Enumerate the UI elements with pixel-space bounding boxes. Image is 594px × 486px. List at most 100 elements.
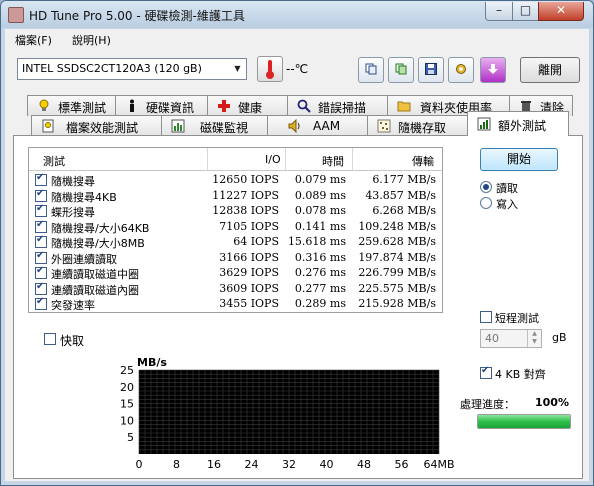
save-button[interactable] — [418, 57, 444, 83]
close-button[interactable]: ✕ — [538, 2, 584, 21]
options-button[interactable] — [448, 57, 474, 83]
test-checkbox[interactable] — [35, 281, 47, 295]
table-row: 連續讀取磁道中圈3629 IOPS0.276 ms226.799 MB/s — [29, 265, 442, 281]
download-button[interactable] — [480, 57, 506, 83]
tab-random-access[interactable]: 隨機存取 — [367, 115, 469, 136]
maximize-button[interactable]: □ — [512, 2, 539, 21]
test-io: 3629 IOPS — [219, 266, 279, 279]
test-io: 3455 IOPS — [219, 297, 279, 310]
tab-label: 錯誤掃描 — [318, 101, 367, 115]
transfer-rate-chart: 25 20 15 10 5 0 8 16 24 32 40 48 56 64MB MB/s — [91, 356, 471, 482]
table-row: 隨機搜尋/大小64KB7105 IOPS0.141 ms109.248 MB/s — [29, 219, 442, 235]
test-io: 12838 IOPS — [212, 204, 279, 217]
column-divider — [207, 148, 208, 170]
x-tick-label: 56 — [395, 458, 409, 471]
test-rate: 197.874 MB/s — [358, 250, 436, 264]
title-bar[interactable]: HD Tune Pro 5.00 - 硬碟檢測-維護工具 – □ ✕ — [1, 1, 593, 28]
cache-checkbox[interactable] — [44, 333, 56, 345]
progress-bar — [477, 414, 571, 429]
test-name: 突發速率 — [51, 299, 95, 312]
progress-value: 100% — [535, 396, 569, 409]
table-row: 突發速率 3455 IOPS 0.289 ms 215.928 MB/s — [29, 296, 442, 312]
tab-benchmark[interactable]: 標準測試 — [27, 95, 117, 116]
file-benchmark-icon — [42, 119, 54, 133]
window-title: HD Tune Pro 5.00 - 硬碟檢測-維護工具 — [29, 9, 245, 23]
test-checkbox[interactable] — [35, 172, 47, 186]
minimize-button[interactable]: – — [485, 2, 513, 21]
menu-help[interactable]: 說明(H) — [72, 32, 111, 48]
read-radio-option[interactable]: 讀取 — [480, 180, 560, 195]
cache-label: 快取 — [60, 334, 85, 348]
test-rate: 259.628 MB/s — [358, 235, 436, 248]
test-checkbox[interactable] — [35, 250, 47, 264]
temperature-readout: --℃ — [286, 62, 309, 76]
cache-option[interactable]: 快取 — [44, 331, 124, 348]
tab-info[interactable]: 硬碟資訊 — [115, 95, 209, 116]
test-checkbox[interactable] — [35, 265, 47, 279]
tab-error-scan[interactable]: 錯誤掃描 — [287, 95, 389, 116]
align-4kb-label: 4 KB 對齊 — [495, 368, 546, 381]
short-test-option[interactable]: 短程測試 — [480, 309, 580, 325]
test-time: 0.079 ms — [294, 173, 346, 186]
menu-file[interactable]: 檔案(F) — [15, 32, 52, 48]
tab-label: 磁碟監視 — [200, 121, 249, 135]
start-button[interactable]: 開始 — [480, 148, 558, 171]
gear-icon — [456, 64, 466, 74]
toolbar: INTEL SSDSC2CT120A3 (120 gB) ▼ --℃ 離開 — [5, 49, 589, 91]
table-row: 隨機搜尋12650 IOPS0.079 ms6.177 MB/s — [29, 172, 442, 188]
drive-dropdown[interactable]: INTEL SSDSC2CT120A3 (120 gB) ▼ — [17, 58, 247, 80]
short-test-checkbox[interactable] — [480, 311, 492, 323]
download-arrow-icon — [488, 64, 498, 74]
info-icon — [130, 99, 134, 112]
copy-screenshot-button[interactable] — [388, 57, 414, 83]
test-checkbox[interactable] — [35, 296, 47, 310]
test-time: 0.141 ms — [294, 219, 346, 233]
tab-health[interactable]: 健康 — [207, 95, 289, 116]
tab-disk-monitor[interactable]: 磁碟監視 — [161, 115, 269, 136]
tab-aam[interactable]: AAM — [267, 115, 369, 136]
test-rate: 6.268 MB/s — [372, 204, 436, 217]
test-rate: 225.575 MB/s — [358, 281, 436, 295]
x-tick-label: 0 — [136, 458, 143, 471]
write-radio-option[interactable]: 寫入 — [480, 196, 560, 211]
test-time: 0.276 ms — [294, 266, 346, 279]
align-4kb-checkbox[interactable] — [480, 365, 492, 379]
column-header-io: I/O — [265, 153, 281, 166]
y-tick-label: 15 — [120, 398, 134, 411]
x-tick-label: 64MB — [423, 458, 454, 471]
test-size-unit: gB — [552, 331, 567, 344]
tab-label: 健康 — [238, 101, 263, 115]
test-rate: 215.928 MB/s — [358, 297, 436, 310]
stepper-arrows-icon[interactable]: ▲ ▼ — [527, 330, 541, 347]
test-rate: 43.857 MB/s — [365, 188, 436, 202]
test-checkbox[interactable] — [35, 188, 47, 202]
test-time: 0.289 ms — [294, 297, 346, 310]
tab-file-benchmark[interactable]: 檔案效能測試 — [31, 115, 163, 136]
column-header-time: 時間 — [322, 155, 344, 168]
test-size-value: 40 — [485, 332, 499, 345]
copy-text-button[interactable] — [358, 57, 384, 83]
tab-extra-tests[interactable]: 額外測試 — [467, 111, 569, 136]
test-size-stepper[interactable]: 40 ▲ ▼ — [480, 329, 542, 348]
test-time: 0.277 ms — [294, 281, 346, 295]
test-time: 0.089 ms — [294, 188, 346, 202]
write-label: 寫入 — [496, 198, 518, 211]
scan-icon — [297, 99, 311, 113]
read-radio[interactable] — [480, 181, 492, 193]
chevron-down-icon[interactable]: ▼ — [229, 59, 246, 79]
write-radio[interactable] — [480, 197, 492, 209]
app-icon — [8, 7, 24, 23]
test-checkbox[interactable] — [35, 219, 47, 233]
tab-label: 額外測試 — [498, 119, 547, 133]
x-tick-label: 40 — [320, 458, 334, 471]
test-io: 64 IOPS — [233, 235, 279, 248]
test-io: 3609 IOPS — [219, 281, 279, 295]
test-checkbox[interactable] — [35, 203, 47, 217]
test-checkbox[interactable] — [35, 234, 47, 248]
test-rate: 6.177 MB/s — [372, 173, 436, 186]
x-tick-label: 32 — [282, 458, 296, 471]
exit-button[interactable]: 離開 — [520, 57, 580, 83]
thermometer-icon — [257, 56, 283, 82]
align-4kb-option[interactable]: 4 KB 對齊 — [480, 365, 580, 381]
y-tick-label: 10 — [120, 414, 134, 427]
